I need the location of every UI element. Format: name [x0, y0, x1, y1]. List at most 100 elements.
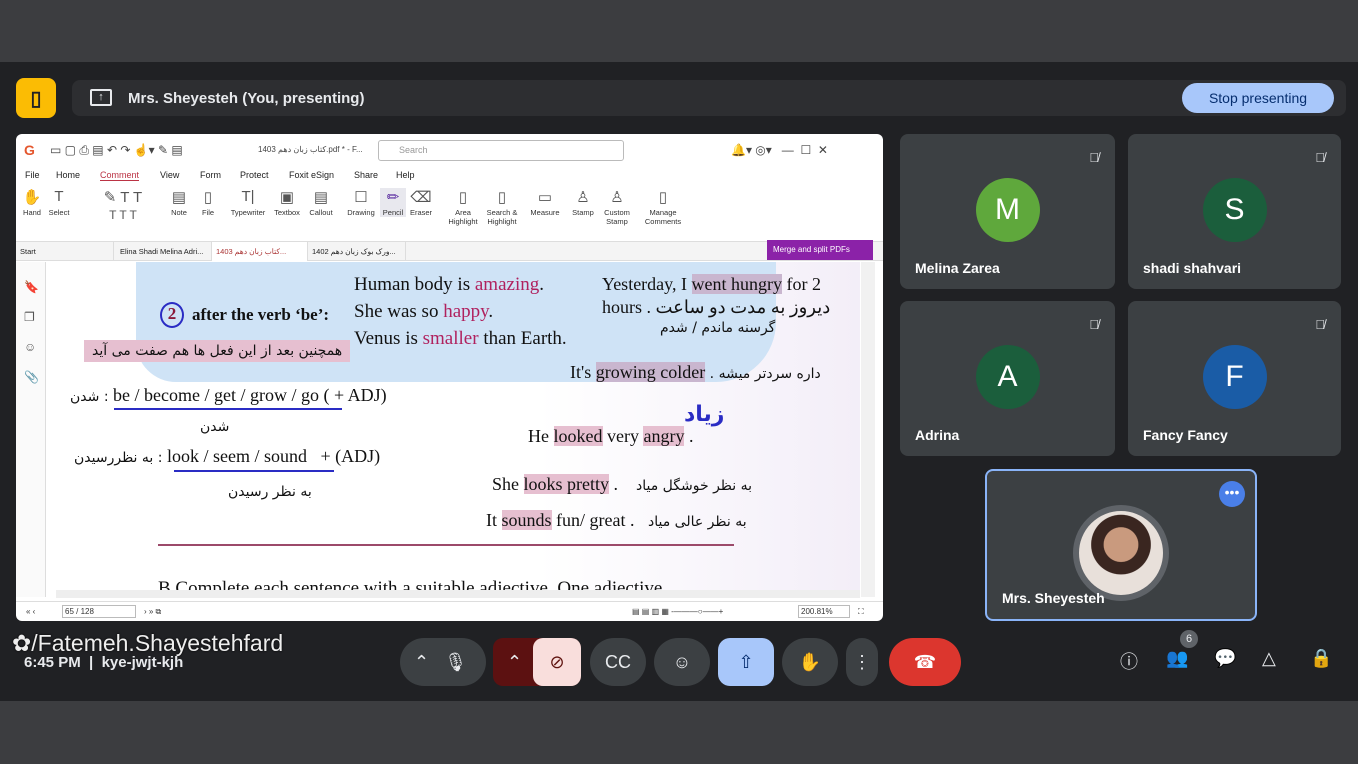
- page-number-field[interactable]: 65 / 128: [62, 605, 136, 618]
- tool-callout[interactable]: ▤ Callout: [306, 188, 336, 217]
- leave-call-button[interactable]: ☎: [889, 638, 961, 686]
- tool-search-highlight[interactable]: ▯ Search & Highlight: [482, 188, 522, 226]
- menu-protect[interactable]: Protect: [240, 170, 269, 180]
- avatar: A: [975, 345, 1040, 409]
- menu-help[interactable]: Help: [396, 170, 415, 180]
- tool-stamp[interactable]: ♙ Stamp: [572, 188, 594, 217]
- tool-hand[interactable]: ✋ Hand: [21, 188, 43, 217]
- horizontal-scrollbar[interactable]: [56, 590, 860, 598]
- tab-doc-2-active[interactable]: کتاب زبان دهم 1403...: [212, 242, 308, 261]
- people-icon[interactable]: 👥: [1166, 648, 1188, 669]
- participant-count-badge: 6: [1180, 630, 1198, 648]
- tool-typewriter[interactable]: T| Typewriter: [229, 188, 267, 217]
- page-nav-icons[interactable]: « ‹: [26, 607, 35, 616]
- participant-tile[interactable]: 🎙̸ A Adrina: [900, 301, 1115, 456]
- example-line: Human body is amazing.: [354, 274, 544, 295]
- tool-textbox[interactable]: ▣ Textbox: [272, 188, 302, 217]
- pdf-menu: File Home Comment View Form Protect Foxi…: [16, 170, 883, 186]
- captions-button[interactable]: CC: [590, 638, 646, 686]
- attachment-icon[interactable]: 📎: [24, 370, 39, 384]
- verb-list-2: به نظررسیدن : look / seem / sound + (ADJ…: [74, 446, 381, 466]
- vertical-scrollbar[interactable]: [861, 262, 875, 597]
- mic-off-icon: 🎙̸: [1315, 150, 1325, 165]
- menu-view[interactable]: View: [160, 170, 179, 180]
- menu-form[interactable]: Form: [200, 170, 221, 180]
- text-markup-tools[interactable]: ✎ T TT T T: [88, 188, 158, 228]
- chat-icon[interactable]: 💬: [1214, 648, 1236, 669]
- mic-button[interactable]: ⌃ 🎙: [400, 638, 486, 686]
- page-nav-next-icons[interactable]: › » ⧉: [144, 607, 161, 617]
- raise-hand-button[interactable]: ✋: [782, 638, 838, 686]
- tool-eraser[interactable]: ⌫ Eraser: [408, 188, 434, 217]
- meeting-info: 6:45 PM | kye-jwjt-kjh: [24, 654, 184, 671]
- present-button[interactable]: ⇧: [718, 638, 774, 686]
- self-tile[interactable]: ••• Mrs. Sheyesteh: [985, 469, 1257, 621]
- verb-list-1-meaning: شدن: [200, 419, 230, 435]
- tool-file[interactable]: ▯ File: [198, 188, 218, 217]
- more-options-icon[interactable]: •••: [1219, 481, 1245, 507]
- pdf-titlebar: G ▭ ▢ ⎙ ▤ ↶ ↷ ☝▾ ✎ ▤ کتاب زبان دهم 1403.…: [16, 134, 883, 166]
- pdf-side-panel: 🔖 ❐ ☺ 📎: [16, 262, 46, 597]
- example-line: Venus is smaller than Earth.: [354, 328, 567, 349]
- presenting-text: Mrs. Sheyesteh (You, presenting): [128, 90, 365, 107]
- mic-off-icon: 🎙̸: [1315, 317, 1325, 332]
- tool-custom-stamp[interactable]: ♙ Custom Stamp: [600, 188, 634, 226]
- foxit-logo-icon: G: [24, 142, 35, 158]
- tool-area-highlight[interactable]: ▯ Area Highlight: [448, 188, 478, 226]
- emoji-button[interactable]: ☺: [654, 638, 710, 686]
- search-input[interactable]: Search: [378, 140, 624, 161]
- tool-pencil[interactable]: ✏ Pencil: [380, 188, 406, 217]
- menu-home[interactable]: Home: [56, 170, 80, 180]
- activities-icon[interactable]: △: [1262, 648, 1276, 669]
- example-line: She was so happy.: [354, 301, 494, 322]
- host-controls-icon[interactable]: 🔒: [1310, 648, 1332, 669]
- tab-doc-3[interactable]: ورک بوک زبان دهم 1402...: [308, 242, 406, 261]
- verb-list-1: شدن : be / become / get / grow / go ( + …: [70, 385, 387, 405]
- self-avatar-photo: [1073, 505, 1169, 601]
- pdf-page-content: 2 after the verb ‘be’: Human body is ama…: [56, 262, 860, 597]
- tool-select[interactable]: T Select: [48, 188, 70, 217]
- item-number: 2: [160, 302, 184, 328]
- pdf-statusbar: « ‹ 65 / 128 › » ⧉ ▤ ▤ ▥ ▦ -———○——+ 200.…: [16, 601, 883, 621]
- camera-off-icon[interactable]: ⊘: [533, 638, 581, 686]
- activities-button[interactable]: ▯: [16, 78, 56, 118]
- example-line: She looks pretty . به نظر خوشگل میاد: [492, 474, 753, 494]
- comments-icon[interactable]: ☺: [24, 340, 36, 354]
- menu-file[interactable]: File: [25, 170, 40, 180]
- participant-tile[interactable]: 🎙̸ S shadi shahvari: [1128, 134, 1341, 289]
- bottom-band: [0, 701, 1358, 764]
- fullscreen-icon[interactable]: ⛶: [858, 607, 864, 617]
- more-options-button[interactable]: ⋮: [846, 638, 878, 686]
- participant-name: Mrs. Sheyesteh: [1002, 590, 1105, 606]
- stop-presenting-button[interactable]: Stop presenting: [1182, 83, 1334, 113]
- meeting-details-icon[interactable]: ⓘ: [1120, 648, 1138, 674]
- view-mode-icons[interactable]: ▤ ▤ ▥ ▦ -———○——+: [632, 607, 723, 616]
- tool-drawing[interactable]: ☐ Drawing: [344, 188, 378, 217]
- participant-tile[interactable]: 🎙̸ F Fancy Fancy: [1128, 301, 1341, 456]
- watermark-handle: ✿/Fatemeh.Shayestehfard: [12, 630, 284, 656]
- window-controls[interactable]: 🔔▾ ◎▾ — ☐ ✕: [731, 143, 828, 157]
- comment-ribbon: ✋ Hand T Select ✎ T TT T T ▤ Note ▯ File T| T…: [16, 188, 883, 238]
- pages-icon[interactable]: ❐: [24, 310, 35, 324]
- menu-comment[interactable]: Comment: [100, 170, 140, 181]
- tab-doc-1[interactable]: Elina Shadi Melina Adri...: [116, 242, 212, 261]
- verb-list-2-meaning: به نظر رسیدن: [228, 484, 312, 500]
- shared-screen-pdf: G ▭ ▢ ⎙ ▤ ↶ ↷ ☝▾ ✎ ▤ کتاب زبان دهم 1403.…: [16, 134, 883, 621]
- bookmark-icon[interactable]: 🔖: [24, 280, 39, 294]
- section-heading: after the verb ‘be’:: [192, 305, 330, 324]
- persian-note: همچنین بعد از این فعل ها هم صفت می آید: [84, 340, 351, 362]
- quick-access-icons[interactable]: ▭ ▢ ⎙ ▤ ↶ ↷ ☝▾ ✎ ▤: [50, 143, 183, 158]
- merge-split-button[interactable]: Merge and split PDFs: [767, 240, 873, 260]
- menu-foxit-esign[interactable]: Foxit eSign: [289, 170, 334, 180]
- example-line: He looked very angry .: [528, 426, 694, 446]
- tool-note[interactable]: ▤ Note: [169, 188, 189, 217]
- participant-tile[interactable]: 🎙̸ M Melina Zarea: [900, 134, 1115, 289]
- tool-measure[interactable]: ▭ Measure: [528, 188, 562, 217]
- document-title: کتاب زبان دهم 1403.pdf * - F...: [258, 145, 363, 154]
- participant-name: Fancy Fancy: [1143, 427, 1228, 443]
- menu-share[interactable]: Share: [354, 170, 378, 180]
- tool-manage-comments[interactable]: ▯ Manage Comments: [640, 188, 686, 226]
- tab-start[interactable]: Start: [16, 242, 114, 261]
- zoom-field[interactable]: 200.81%: [798, 605, 850, 618]
- handwritten-ink: زیاد: [684, 402, 725, 427]
